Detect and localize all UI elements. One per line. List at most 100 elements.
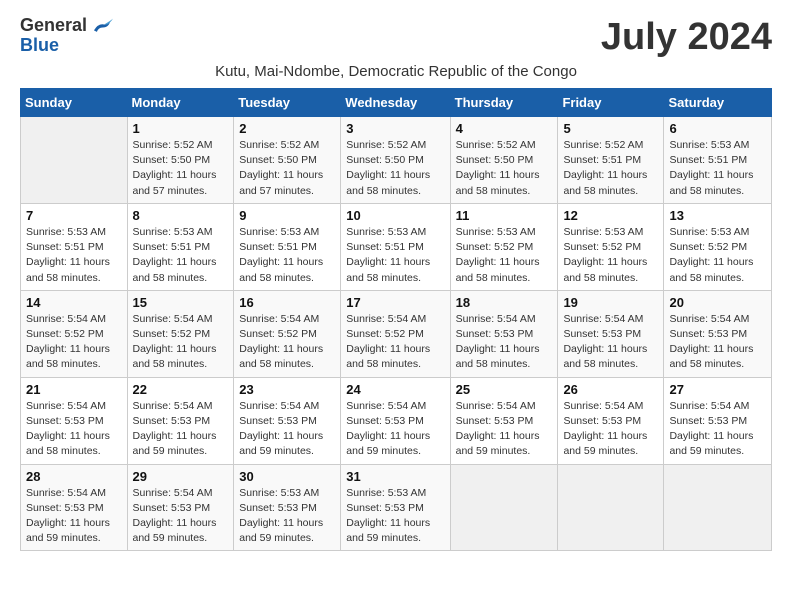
calendar-cell — [558, 464, 664, 551]
calendar-cell: 26 Sunrise: 5:54 AM Sunset: 5:53 PM Dayli… — [558, 377, 664, 464]
calendar-subtitle: Kutu, Mai-Ndombe, Democratic Republic of… — [20, 63, 772, 80]
calendar-cell: 25Sunrise: 5:54 AM Sunset: 5:53 PM Dayli… — [450, 377, 558, 464]
day-number: 5 — [563, 121, 658, 136]
header-wednesday: Wednesday — [341, 89, 450, 117]
logo-bird-icon — [91, 17, 113, 35]
day-info: Sunrise: 5:53 AM Sunset: 5:52 PM Dayligh… — [669, 225, 766, 286]
day-number: 22 — [133, 382, 229, 397]
day-number: 2 — [239, 121, 335, 136]
day-number: 3 — [346, 121, 444, 136]
day-info: Sunrise: 5:54 AM Sunset: 5:53 PM Dayligh… — [669, 312, 766, 373]
calendar-cell: 15 Sunrise: 5:54 AM Sunset: 5:52 PM Dayli… — [127, 290, 234, 377]
day-number: 31 — [346, 469, 444, 484]
day-info: Sunrise: 5:54 AM Sunset: 5:52 PM Dayligh… — [133, 312, 229, 373]
calendar-cell: 11 Sunrise: 5:53 AM Sunset: 5:52 PM Dayli… — [450, 203, 558, 290]
day-number: 26 — [563, 382, 658, 397]
day-info: Sunrise: 5:52 AM Sunset: 5:51 PM Dayligh… — [563, 138, 658, 199]
calendar-cell: 29Sunrise: 5:54 AM Sunset: 5:53 PM Dayli… — [127, 464, 234, 551]
day-number: 28 — [26, 469, 122, 484]
calendar-cell: 13Sunrise: 5:53 AM Sunset: 5:52 PM Dayli… — [664, 203, 772, 290]
day-number: 23 — [239, 382, 335, 397]
calendar-week-1: 1 Sunrise: 5:52 AM Sunset: 5:50 PM Daylig… — [21, 117, 772, 204]
header-thursday: Thursday — [450, 89, 558, 117]
calendar-cell: 23Sunrise: 5:54 AM Sunset: 5:53 PM Dayli… — [234, 377, 341, 464]
day-info: Sunrise: 5:53 AM Sunset: 5:53 PM Dayligh… — [346, 486, 444, 547]
day-number: 4 — [456, 121, 553, 136]
day-number: 21 — [26, 382, 122, 397]
header-monday: Monday — [127, 89, 234, 117]
calendar-cell — [21, 117, 128, 204]
calendar-cell — [450, 464, 558, 551]
day-number: 15 — [133, 295, 229, 310]
calendar-cell: 22 Sunrise: 5:54 AM Sunset: 5:53 PM Dayli… — [127, 377, 234, 464]
logo-blue-text: Blue — [20, 36, 59, 56]
day-info: Sunrise: 5:54 AM Sunset: 5:53 PM Dayligh… — [26, 399, 122, 460]
day-number: 25 — [456, 382, 553, 397]
calendar-cell: 7 Sunrise: 5:53 AM Sunset: 5:51 PM Daylig… — [21, 203, 128, 290]
day-info: Sunrise: 5:53 AM Sunset: 5:52 PM Dayligh… — [456, 225, 553, 286]
calendar-body: 1 Sunrise: 5:52 AM Sunset: 5:50 PM Daylig… — [21, 117, 772, 551]
day-info: Sunrise: 5:54 AM Sunset: 5:53 PM Dayligh… — [133, 486, 229, 547]
day-number: 16 — [239, 295, 335, 310]
day-info: Sunrise: 5:52 AM Sunset: 5:50 PM Dayligh… — [456, 138, 553, 199]
calendar-cell: 20 Sunrise: 5:54 AM Sunset: 5:53 PM Dayli… — [664, 290, 772, 377]
day-number: 18 — [456, 295, 553, 310]
day-number: 14 — [26, 295, 122, 310]
calendar-week-4: 21 Sunrise: 5:54 AM Sunset: 5:53 PM Dayli… — [21, 377, 772, 464]
day-info: Sunrise: 5:52 AM Sunset: 5:50 PM Dayligh… — [239, 138, 335, 199]
day-info: Sunrise: 5:54 AM Sunset: 5:53 PM Dayligh… — [133, 399, 229, 460]
day-number: 8 — [133, 208, 229, 223]
day-info: Sunrise: 5:54 AM Sunset: 5:53 PM Dayligh… — [563, 399, 658, 460]
day-info: Sunrise: 5:54 AM Sunset: 5:53 PM Dayligh… — [456, 312, 553, 373]
day-info: Sunrise: 5:54 AM Sunset: 5:53 PM Dayligh… — [346, 399, 444, 460]
header-friday: Friday — [558, 89, 664, 117]
day-number: 20 — [669, 295, 766, 310]
day-number: 7 — [26, 208, 122, 223]
day-number: 9 — [239, 208, 335, 223]
day-number: 12 — [563, 208, 658, 223]
calendar-cell: 30Sunrise: 5:53 AM Sunset: 5:53 PM Dayli… — [234, 464, 341, 551]
day-number: 24 — [346, 382, 444, 397]
calendar-cell: 14 Sunrise: 5:54 AM Sunset: 5:52 PM Dayli… — [21, 290, 128, 377]
calendar-cell: 21 Sunrise: 5:54 AM Sunset: 5:53 PM Dayli… — [21, 377, 128, 464]
calendar-cell: 1Sunrise: 5:52 AM Sunset: 5:50 PM Daylig… — [127, 117, 234, 204]
calendar-cell: 17Sunrise: 5:54 AM Sunset: 5:52 PM Dayli… — [341, 290, 450, 377]
day-number: 1 — [133, 121, 229, 136]
day-number: 10 — [346, 208, 444, 223]
calendar-cell: 10 Sunrise: 5:53 AM Sunset: 5:51 PM Dayli… — [341, 203, 450, 290]
header-sunday: Sunday — [21, 89, 128, 117]
calendar-cell: 12Sunrise: 5:53 AM Sunset: 5:52 PM Dayli… — [558, 203, 664, 290]
day-info: Sunrise: 5:54 AM Sunset: 5:53 PM Dayligh… — [26, 486, 122, 547]
calendar-week-5: 28 Sunrise: 5:54 AM Sunset: 5:53 PM Dayli… — [21, 464, 772, 551]
calendar-cell: 24 Sunrise: 5:54 AM Sunset: 5:53 PM Dayli… — [341, 377, 450, 464]
day-info: Sunrise: 5:54 AM Sunset: 5:53 PM Dayligh… — [669, 399, 766, 460]
calendar-cell: 27 Sunrise: 5:54 AM Sunset: 5:53 PM Dayli… — [664, 377, 772, 464]
day-info: Sunrise: 5:53 AM Sunset: 5:51 PM Dayligh… — [26, 225, 122, 286]
day-number: 6 — [669, 121, 766, 136]
calendar-week-2: 7 Sunrise: 5:53 AM Sunset: 5:51 PM Daylig… — [21, 203, 772, 290]
calendar-cell: 19Sunrise: 5:54 AM Sunset: 5:53 PM Dayli… — [558, 290, 664, 377]
day-info: Sunrise: 5:52 AM Sunset: 5:50 PM Dayligh… — [346, 138, 444, 199]
calendar-cell: 28 Sunrise: 5:54 AM Sunset: 5:53 PM Dayli… — [21, 464, 128, 551]
calendar-cell — [664, 464, 772, 551]
logo: General Blue — [20, 16, 113, 56]
calendar-cell: 4 Sunrise: 5:52 AM Sunset: 5:50 PM Daylig… — [450, 117, 558, 204]
calendar-cell: 8 Sunrise: 5:53 AM Sunset: 5:51 PM Daylig… — [127, 203, 234, 290]
calendar-week-3: 14 Sunrise: 5:54 AM Sunset: 5:52 PM Dayli… — [21, 290, 772, 377]
header-saturday: Saturday — [664, 89, 772, 117]
day-number: 11 — [456, 208, 553, 223]
day-info: Sunrise: 5:53 AM Sunset: 5:53 PM Dayligh… — [239, 486, 335, 547]
calendar-cell: 18 Sunrise: 5:54 AM Sunset: 5:53 PM Dayli… — [450, 290, 558, 377]
day-info: Sunrise: 5:53 AM Sunset: 5:51 PM Dayligh… — [133, 225, 229, 286]
day-number: 27 — [669, 382, 766, 397]
month-title: July 2024 — [601, 16, 772, 59]
day-info: Sunrise: 5:53 AM Sunset: 5:51 PM Dayligh… — [346, 225, 444, 286]
header-tuesday: Tuesday — [234, 89, 341, 117]
calendar-cell: 3 Sunrise: 5:52 AM Sunset: 5:50 PM Daylig… — [341, 117, 450, 204]
day-info: Sunrise: 5:54 AM Sunset: 5:52 PM Dayligh… — [346, 312, 444, 373]
day-info: Sunrise: 5:54 AM Sunset: 5:52 PM Dayligh… — [26, 312, 122, 373]
day-info: Sunrise: 5:54 AM Sunset: 5:52 PM Dayligh… — [239, 312, 335, 373]
calendar-cell: 31 Sunrise: 5:53 AM Sunset: 5:53 PM Dayli… — [341, 464, 450, 551]
calendar-cell: 16 Sunrise: 5:54 AM Sunset: 5:52 PM Dayli… — [234, 290, 341, 377]
calendar-cell: 5 Sunrise: 5:52 AM Sunset: 5:51 PM Daylig… — [558, 117, 664, 204]
